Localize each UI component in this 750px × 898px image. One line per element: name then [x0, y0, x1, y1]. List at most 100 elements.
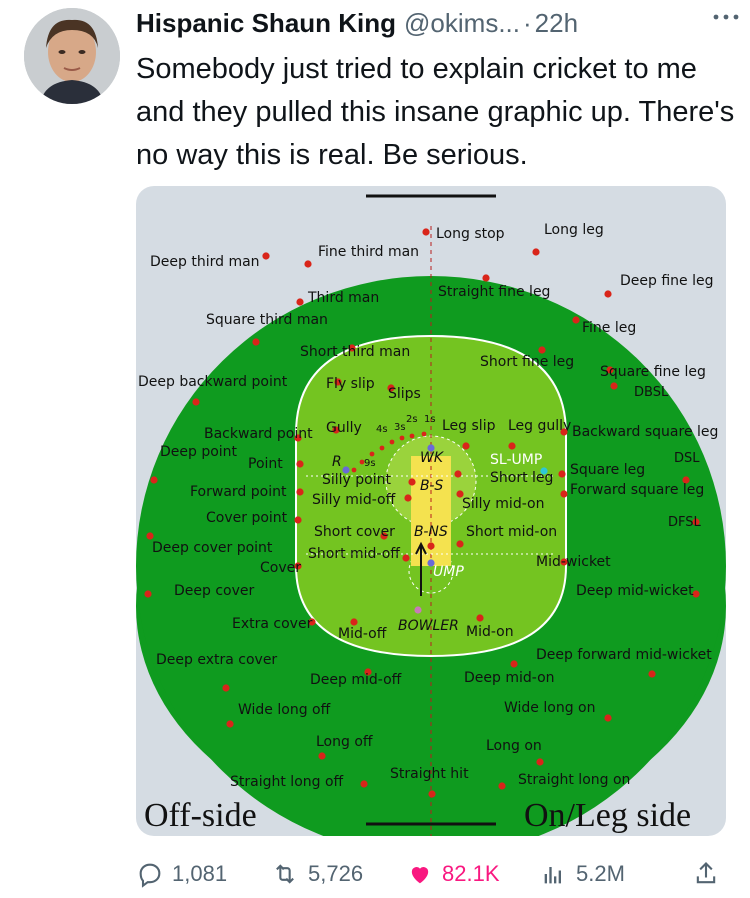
- more-options-icon[interactable]: [710, 6, 742, 28]
- field-label-deep-mid-wicket: Deep mid-wicket: [576, 583, 694, 599]
- field-label-short-cover: Short cover: [314, 524, 395, 540]
- ball-path-dot: [399, 435, 405, 441]
- tweet-header: Hispanic Shaun King @okims... · 22h: [136, 6, 730, 40]
- field-label-extra-cover: Extra cover: [232, 616, 313, 632]
- field-label-forward-point: Forward point: [190, 484, 287, 500]
- ball-path-dot: [389, 439, 395, 445]
- field-label-short-third-man: Short third man: [300, 344, 410, 360]
- fielder-marker-leg-slip: [462, 442, 470, 450]
- fielder-marker-bowler: [414, 606, 422, 614]
- fielder-marker-square-third-man: [252, 338, 260, 346]
- field-label-deep-backward-point: Deep backward point: [138, 374, 288, 390]
- field-label-2s: 2s: [406, 414, 418, 425]
- field-label-long-off: Long off: [316, 734, 373, 750]
- fielder-marker-fine-third-man: [304, 260, 312, 268]
- tweet-actions: 1,081 5,726 82.1K 5.2M: [136, 852, 726, 896]
- field-label-long-stop: Long stop: [436, 226, 505, 242]
- fielder-marker-deep-point: [150, 476, 158, 484]
- field-label-straight-hit: Straight hit: [390, 766, 469, 782]
- fielder-marker-leg-gully: [508, 442, 516, 450]
- field-label-fine-leg: Fine leg: [582, 320, 636, 336]
- fielder-marker-forward-point: [296, 488, 304, 496]
- field-label-dfsl: DFSL: [668, 515, 702, 530]
- user-handle[interactable]: @okims...: [404, 8, 520, 39]
- fielder-marker-fine-leg: [572, 316, 580, 324]
- fielder-marker-long-leg: [532, 248, 540, 256]
- fielder-marker-b-ns: [427, 542, 435, 550]
- separator: ·: [523, 7, 532, 38]
- reply-button[interactable]: 1,081: [136, 852, 227, 896]
- avatar-photo: [24, 8, 120, 104]
- field-label-fine-third-man: Fine third man: [318, 244, 419, 260]
- leg-side-label: On/Leg side: [524, 797, 691, 834]
- fielder-marker-point: [296, 460, 304, 468]
- field-label-short-mid-on: Short mid-on: [466, 524, 557, 540]
- field-label-straight-long-on: Straight long on: [518, 772, 630, 788]
- fielder-marker-deep-fine-leg: [604, 290, 612, 298]
- field-label-square-leg: Square leg: [570, 462, 645, 478]
- field-label-short-mid-off: Short mid-off: [308, 546, 400, 562]
- field-label-sl-ump: SL-UMP: [490, 452, 542, 468]
- field-label-deep-third-man: Deep third man: [150, 254, 260, 270]
- field-label-square-fine-leg: Square fine leg: [600, 364, 706, 380]
- fielder-marker-cover-point: [294, 516, 302, 524]
- fielder-marker-mid-on: [476, 614, 484, 622]
- field-label-deep-cover: Deep cover: [174, 583, 255, 599]
- field-label-4s: 4s: [376, 424, 388, 435]
- fielder-marker-deep-backward-point: [192, 398, 200, 406]
- fielder-marker-r: [342, 466, 350, 474]
- field-label-bowler: BOWLER: [398, 618, 459, 634]
- heart-icon: [411, 867, 429, 884]
- fielder-marker-square-leg: [558, 470, 566, 478]
- field-label-fly-slip: Fly slip: [326, 376, 375, 392]
- field-label-wk: WK: [420, 450, 445, 466]
- field-label-deep-mid-off: Deep mid-off: [310, 672, 402, 688]
- views-button[interactable]: 5.2M: [540, 852, 625, 896]
- fielder-marker-straight-long-off: [360, 780, 368, 788]
- tweet-text: Somebody just tried to explain cricket t…: [136, 53, 735, 171]
- field-label-short-leg: Short leg: [490, 470, 553, 486]
- fielder-marker-third-man: [296, 298, 304, 306]
- field-label-mid-off: Mid-off: [338, 626, 387, 642]
- field-label-gully: Gully: [326, 420, 362, 436]
- field-label-mid-wicket: Mid-wicket: [536, 554, 611, 570]
- ball-path-dot: [421, 431, 427, 437]
- field-label-cover: Cover: [260, 560, 301, 576]
- fielder-marker-short-mid-off: [402, 554, 410, 562]
- fielder-marker-mid-off: [350, 618, 358, 626]
- field-label-deep-mid-on: Deep mid-on: [464, 670, 555, 686]
- field-label-straight-long-off: Straight long off: [230, 774, 344, 790]
- view-count: 5.2M: [576, 861, 625, 886]
- fielder-marker-long-off: [318, 752, 326, 760]
- field-label-b-ns: B-NS: [414, 524, 448, 540]
- field-label-long-leg: Long leg: [544, 222, 604, 238]
- field-label-backward-square-leg: Backward square leg: [572, 424, 718, 440]
- ball-path-dot: [369, 451, 375, 457]
- field-label-short-fine-leg: Short fine leg: [480, 354, 574, 370]
- display-name[interactable]: Hispanic Shaun King: [136, 8, 396, 39]
- avatar[interactable]: [24, 8, 120, 104]
- fielder-marker-short-leg: [454, 470, 462, 478]
- field-label-long-on: Long on: [486, 738, 542, 754]
- field-label-wide-long-on: Wide long on: [504, 700, 595, 716]
- fielder-marker-deep-extra-cover: [222, 684, 230, 692]
- fielder-marker-dbsl: [610, 382, 618, 390]
- cricket-field-graphic[interactable]: Long stop Long leg Fine third man Deep thir…: [136, 186, 726, 836]
- field-label-wide-long-off: Wide long off: [238, 702, 331, 718]
- field-label-leg-slip: Leg slip: [442, 418, 496, 434]
- fielder-marker-deep-mid-on: [510, 660, 518, 668]
- field-label-third-man: Third man: [307, 290, 379, 306]
- field-label-r: R: [332, 454, 342, 470]
- reply-icon: [139, 863, 161, 888]
- field-label-dsl: DSL: [674, 451, 700, 466]
- share-button[interactable]: [692, 852, 728, 896]
- repost-button[interactable]: 5,726: [270, 852, 363, 896]
- reply-count: 1,081: [172, 861, 228, 886]
- timestamp[interactable]: 22h: [535, 8, 578, 39]
- repost-icon: [276, 864, 294, 884]
- field-label-deep-fine-leg: Deep fine leg: [620, 273, 714, 289]
- field-label-point: Point: [248, 456, 283, 472]
- field-label-slips: Slips: [388, 386, 421, 402]
- fielder-marker-deep-cover: [144, 590, 152, 598]
- like-button[interactable]: 82.1K: [406, 852, 500, 896]
